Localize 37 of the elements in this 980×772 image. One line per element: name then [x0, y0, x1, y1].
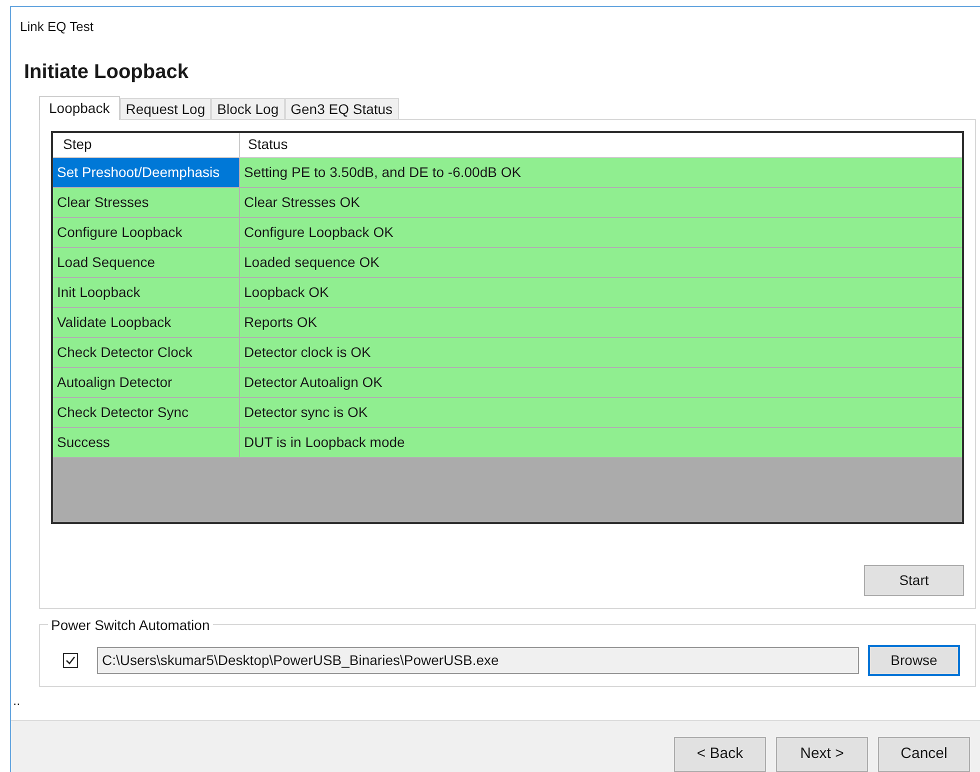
tab[interactable]: Loopback — [39, 96, 120, 120]
table-cell-text: Configure Loopback OK — [243, 222, 394, 242]
column-header[interactable]: Step — [53, 132, 240, 156]
page-heading: Initiate Loopback — [24, 60, 188, 84]
browse-button[interactable]: Browse — [868, 644, 960, 676]
table-cell-text: Setting PE to 3.50dB, and DE to -6.00dB OK — [243, 162, 522, 182]
table-cell-text: Reports OK — [243, 312, 318, 332]
tab[interactable]: Gen3 EQ Status — [284, 98, 399, 118]
table-cell[interactable]: Validate Loopback — [53, 308, 240, 336]
nav-button[interactable]: Next > — [776, 737, 868, 772]
tab[interactable]: Block Log — [211, 98, 285, 118]
table-cell[interactable]: Set Preshoot/Deemphasis — [53, 158, 240, 186]
window-title: Link EQ Test — [20, 18, 94, 36]
table-cell-text: Loopback OK — [243, 282, 330, 302]
table-cell[interactable]: Load Sequence — [53, 248, 240, 276]
table-cell-text: Loaded sequence OK — [243, 252, 380, 272]
table-cell[interactable]: Autoalign Detector — [53, 368, 240, 396]
table-cell-text: Clear Stresses OK — [243, 192, 361, 212]
table-cell-text: Detector Autoalign OK — [243, 372, 384, 392]
table-cell[interactable]: Check Detector Sync — [53, 398, 240, 426]
table-cell-text: Detector clock is OK — [243, 342, 372, 362]
table-cell[interactable]: Configure Loopback — [53, 218, 240, 246]
path-field[interactable]: C:\Users\skumar5\Desktop\PowerUSB_Binaries\PowerUSB.exe — [97, 646, 859, 674]
column-header[interactable]: Status — [240, 132, 962, 156]
tab[interactable]: Request Log — [120, 98, 212, 118]
nav-button[interactable]: < Back — [674, 737, 766, 772]
table-cell[interactable]: Check Detector Clock — [53, 338, 240, 366]
table-cell[interactable]: Clear Stresses — [53, 188, 240, 216]
check-icon — [65, 654, 76, 666]
table-cell-text: DUT is in Loopback mode — [243, 432, 406, 452]
table-cell[interactable]: Init Loopback — [53, 278, 240, 306]
nav-button[interactable]: Cancel — [878, 737, 970, 772]
status-text: .. — [13, 692, 20, 710]
start-button[interactable]: Start — [864, 564, 964, 596]
checkbox[interactable] — [63, 652, 78, 668]
table-cell[interactable]: Success — [53, 428, 240, 456]
table-cell-text: Detector sync is OK — [243, 402, 369, 422]
